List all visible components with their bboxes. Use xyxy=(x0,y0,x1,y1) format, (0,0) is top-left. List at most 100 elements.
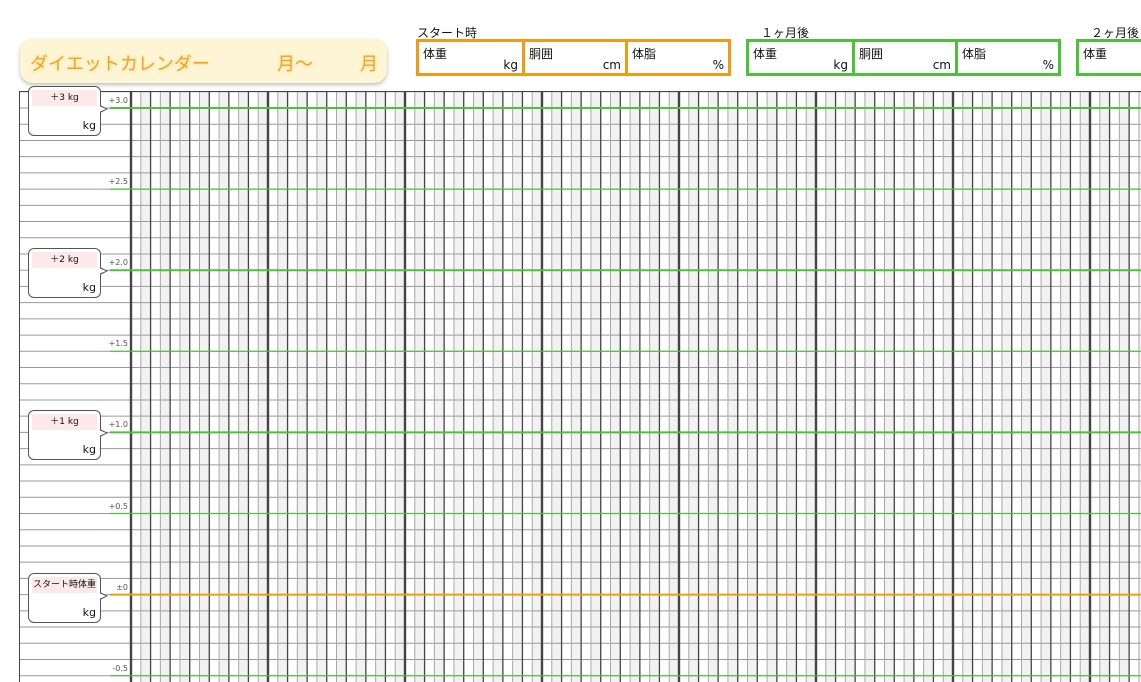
waist-field[interactable]: 胴囲 cm xyxy=(852,42,955,73)
grid-shade-column xyxy=(179,92,190,682)
y-tick-label: +1.0 xyxy=(108,420,128,430)
grid-shade-column xyxy=(825,92,836,682)
callout-unit: kg xyxy=(82,443,96,457)
grid-shade-column xyxy=(571,92,582,682)
grid-shade-column xyxy=(375,92,386,682)
grid-shade-column xyxy=(219,92,229,682)
waist-label: 胴囲 xyxy=(529,47,554,61)
grid-shade-column xyxy=(649,92,660,682)
grid-shade-column xyxy=(669,92,679,682)
grid-shade-column xyxy=(1060,92,1071,682)
grid-shade-column xyxy=(1021,92,1032,682)
grid-shade-column xyxy=(747,92,758,682)
grid-shade-column xyxy=(688,92,699,682)
unit-label: kg xyxy=(503,58,518,72)
weight-label: 体重 xyxy=(423,47,448,61)
measure-box: 体重 kg 胴囲 cm 体脂 % xyxy=(416,39,731,76)
y-tick-label: -0.5 xyxy=(112,663,128,673)
weight-callout[interactable]: ＋3 kg kg xyxy=(28,86,108,136)
callout-pointer xyxy=(99,429,108,438)
weight-field[interactable]: 体重 xyxy=(1079,42,1141,73)
unit-label: cm xyxy=(932,58,951,72)
unit-label: % xyxy=(1042,58,1054,72)
grid-shade-column xyxy=(904,92,914,682)
grid-shade-column xyxy=(434,92,445,682)
grid-shade-column xyxy=(1119,92,1130,682)
grid-shade-column xyxy=(630,92,640,682)
grid-shade-column xyxy=(316,92,327,682)
grid-shade-column xyxy=(590,92,601,682)
end-month-field[interactable]: 月 xyxy=(360,50,378,76)
grid-shade-column xyxy=(943,92,953,682)
grid-shade-column xyxy=(551,92,562,682)
grid-shade-column xyxy=(982,92,993,682)
y-tick-label: +1.5 xyxy=(108,339,128,349)
grid-shade-column xyxy=(864,92,875,682)
grid-shade-column xyxy=(160,92,171,682)
grid-shade-column xyxy=(610,92,621,682)
waist-label: 胴囲 xyxy=(859,47,884,61)
grid-shade-column xyxy=(1099,92,1110,682)
weight-field[interactable]: 体重 kg xyxy=(749,42,852,73)
weight-callout[interactable]: ＋2 kg kg xyxy=(28,248,108,299)
grid-shade-column xyxy=(238,92,249,682)
grid-shade-column xyxy=(277,92,288,682)
weight-label: 体重 xyxy=(1083,47,1108,61)
weight-grid[interactable] xyxy=(20,92,1141,682)
callout-label: ＋2 kg xyxy=(32,252,97,269)
grid-shade-column xyxy=(493,92,503,682)
grid-shade-column xyxy=(336,92,347,682)
grid-shade-column xyxy=(923,92,934,682)
callout-pointer xyxy=(99,105,108,113)
grid-shade-column xyxy=(786,92,797,682)
weight-callout[interactable]: ＋1 kg kg xyxy=(28,410,108,461)
grid-shade-column xyxy=(1001,92,1012,682)
measure-box: 体重 kg 胴囲 cm 体脂 % xyxy=(746,39,1061,76)
grid-shade-column xyxy=(1041,92,1051,682)
grid-shade-column xyxy=(962,92,973,682)
body-fat-field[interactable]: 体脂 % xyxy=(955,42,1058,73)
start-month-field[interactable]: 月〜 xyxy=(277,50,313,76)
grid-shade-column xyxy=(767,92,777,682)
grid-shade-column xyxy=(453,92,464,682)
grid-shade-column xyxy=(140,92,151,682)
grid-shade-column xyxy=(845,92,856,682)
y-tick-label: +2.5 xyxy=(108,177,128,187)
callout-pointer xyxy=(99,591,108,600)
y-tick-label: +0.5 xyxy=(108,501,128,511)
y-tick-label: ±0 xyxy=(116,582,128,592)
grid-shade-column xyxy=(356,92,366,682)
unit-label: % xyxy=(712,58,724,72)
grid-shade-column xyxy=(1080,92,1090,682)
callout-label: ＋3 kg xyxy=(32,90,97,106)
callout-unit: kg xyxy=(82,281,96,295)
title-banner: ダイエットカレンダー 月〜 月 xyxy=(20,39,387,83)
unit-label: cm xyxy=(602,58,621,72)
body-fat-field[interactable]: 体脂 % xyxy=(625,42,728,73)
callout-unit: kg xyxy=(82,119,96,132)
grid-shade-column xyxy=(473,92,484,682)
grid-shade-column xyxy=(395,92,405,682)
y-tick-label: +2.0 xyxy=(108,258,128,268)
grid-shade-column xyxy=(258,92,268,682)
weight-chart: +3.0 +2.5 +2.0 +1.5 +1.0 +0.5 ±0 -0.5 ＋3 kg kg ＋2… xyxy=(19,86,1141,682)
grid-shade-column xyxy=(727,92,738,682)
grid-shade-column xyxy=(297,92,308,682)
waist-field[interactable]: 胴囲 cm xyxy=(522,42,625,73)
callout-pointer xyxy=(99,267,108,276)
unit-label: kg xyxy=(833,58,848,72)
grid-shade-column xyxy=(884,92,895,682)
measure-box: 体重 xyxy=(1076,39,1141,76)
grid-shade-column xyxy=(532,92,542,682)
y-tick-label: +3.0 xyxy=(108,96,128,105)
grid-shade-column xyxy=(708,92,719,682)
calendar-title: ダイエットカレンダー xyxy=(30,54,210,75)
grid-shade-column xyxy=(414,92,425,682)
grid-shade-column xyxy=(512,92,523,682)
callout-label: スタート時体重 xyxy=(32,576,97,593)
weight-field[interactable]: 体重 kg xyxy=(419,42,522,73)
body-fat-label: 体脂 xyxy=(962,47,987,61)
weight-callout[interactable]: スタート時体重 kg xyxy=(28,572,108,623)
callout-label: ＋1 kg xyxy=(32,414,97,431)
grid-shade-column xyxy=(806,92,816,682)
